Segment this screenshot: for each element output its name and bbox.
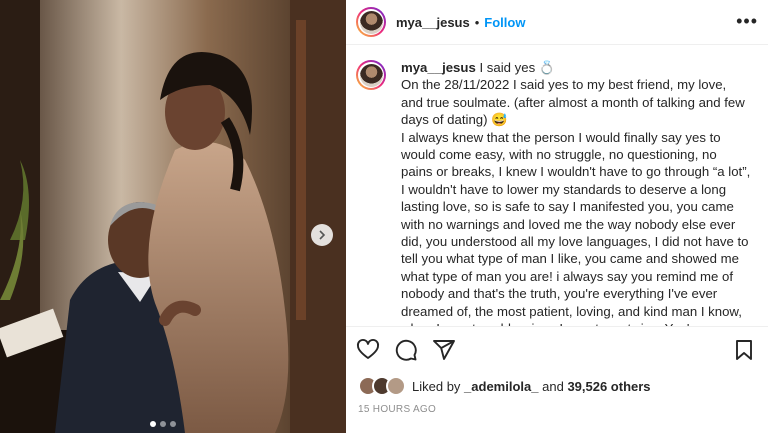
liker-avatar (386, 376, 406, 396)
likes-prefix: Liked by (412, 378, 461, 394)
carousel-dot (150, 421, 156, 427)
avatar[interactable] (356, 7, 386, 37)
share-icon[interactable] (432, 338, 456, 362)
separator-dot: • (474, 14, 480, 30)
liker-username[interactable]: _ademilola_ (464, 379, 538, 394)
caption-paragraph: On the 28/11/2022 I said yes to my best … (401, 77, 745, 128)
comment-icon[interactable] (394, 338, 418, 362)
post-timestamp[interactable]: 15 HOURS AGO (358, 404, 436, 415)
carousel-indicator (150, 421, 176, 427)
caption-title: I said yes 💍 (479, 60, 556, 75)
follow-button[interactable]: Follow (484, 15, 525, 30)
caption-avatar[interactable] (356, 60, 386, 90)
likes-summary: Liked by _ademilola_ and 39,526 others (358, 376, 651, 396)
caption-paragraph: I always knew that the person I would fi… (401, 129, 751, 326)
more-options-icon[interactable]: ••• (736, 12, 758, 30)
chevron-right-icon (319, 230, 326, 240)
caption-area: mya__jesus I said yes 💍 On the 28/11/202… (346, 45, 768, 326)
post-image (0, 0, 346, 433)
action-bar (356, 338, 456, 362)
heart-icon[interactable] (356, 338, 380, 362)
next-slide-button[interactable] (311, 224, 333, 246)
divider (346, 326, 768, 327)
caption-text: mya__jesus I said yes 💍 On the 28/11/202… (401, 59, 751, 326)
bookmark-icon[interactable] (732, 338, 756, 362)
avatar-image (359, 63, 383, 87)
likes-joiner: and (542, 378, 564, 394)
likes-count[interactable]: 39,526 others (567, 379, 650, 394)
caption-username[interactable]: mya__jesus (401, 60, 476, 75)
avatar-image (359, 10, 383, 34)
post-photo[interactable] (0, 0, 346, 433)
post-header: mya__jesus • Follow ••• (346, 0, 768, 45)
post-panel: mya__jesus • Follow ••• mya__jesus I sai… (346, 0, 768, 433)
carousel-dot (170, 421, 176, 427)
username-link[interactable]: mya__jesus (396, 15, 470, 30)
carousel-dot (160, 421, 166, 427)
